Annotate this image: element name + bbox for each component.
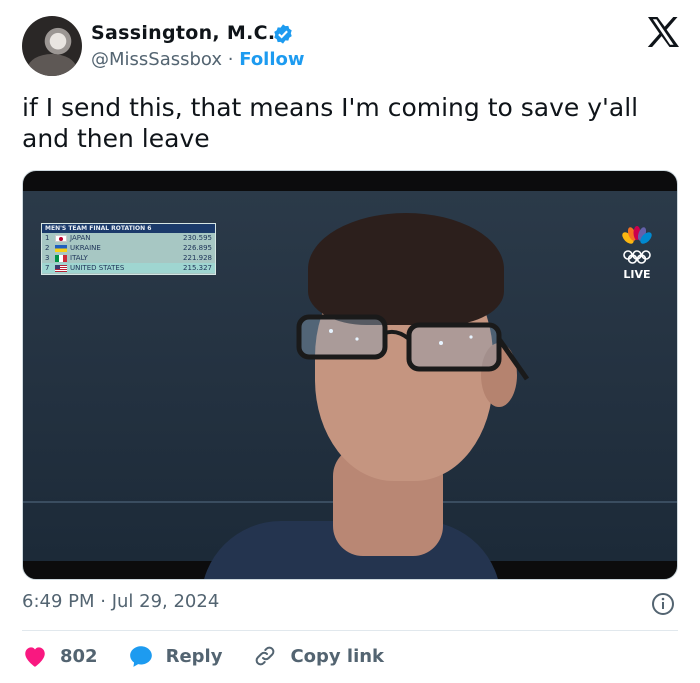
heart-icon [25, 647, 45, 667]
like-button[interactable]: 802 [22, 644, 98, 668]
verified-badge-icon [274, 24, 292, 44]
rank: 7 [45, 264, 50, 272]
scoreboard-overlay: MEN'S TEAM FINAL ROTATION 6 1 JAPAN 230.… [41, 223, 216, 275]
country: UKRAINE [70, 244, 101, 252]
olympic-rings-icon [623, 250, 651, 264]
score: 221.928 [183, 254, 212, 262]
like-count: 802 [60, 645, 98, 667]
scoreboard-header: MEN'S TEAM FINAL ROTATION 6 [42, 224, 215, 233]
score: 230.595 [183, 234, 212, 242]
flag-italy-icon [55, 254, 67, 262]
scoreboard-row-highlight: 7 UNITED STATES 215.327 [42, 263, 215, 273]
rank: 2 [45, 244, 50, 252]
rank: 3 [45, 254, 50, 262]
tweet-timestamp[interactable]: 6:49 PM · Jul 29, 2024 [22, 591, 219, 612]
score: 215.327 [183, 264, 212, 272]
reply-button[interactable]: Reply [128, 644, 223, 668]
divider [22, 630, 678, 631]
country: JAPAN [70, 234, 91, 242]
scoreboard-row: 2 UKRAINE 226.895 [42, 243, 215, 253]
video-frame: MEN'S TEAM FINAL ROTATION 6 1 JAPAN 230.… [23, 191, 677, 579]
copy-link-label: Copy link [290, 645, 385, 667]
tweet-text: if I send this, that means I'm coming to… [22, 93, 639, 153]
scoreboard-row: 3 ITALY 221.928 [42, 253, 215, 263]
follow-button[interactable]: Follow [239, 49, 304, 70]
rank: 1 [45, 234, 50, 242]
reply-bubble-icon [129, 646, 152, 667]
author-handle[interactable]: @MissSassbox [91, 49, 222, 70]
country: ITALY [70, 254, 88, 262]
flag-usa-icon [55, 264, 67, 272]
copy-link-button[interactable]: Copy link [252, 644, 384, 668]
score: 226.895 [183, 244, 212, 252]
live-label: LIVE [623, 268, 651, 281]
link-icon [256, 646, 275, 666]
country: UNITED STATES [70, 264, 125, 272]
media-video[interactable]: MEN'S TEAM FINAL ROTATION 6 1 JAPAN 230.… [22, 170, 678, 580]
reply-label: Reply [165, 645, 223, 667]
broadcaster-badge: LIVE [617, 225, 657, 281]
avatar[interactable] [22, 16, 82, 76]
peacock-logo-icon [622, 226, 652, 244]
info-icon[interactable] [651, 592, 675, 616]
separator: · [227, 49, 234, 70]
action-bar: 802 Reply Copy link [22, 643, 414, 669]
author-display-name[interactable]: Sassington, M.C. [91, 22, 275, 44]
glasses-illustration [296, 314, 530, 381]
x-logo-icon[interactable] [646, 16, 680, 48]
flag-japan-icon [55, 234, 67, 242]
scoreboard-row: 1 JAPAN 230.595 [42, 233, 215, 243]
author-handle-row: @MissSassbox · Follow [91, 49, 305, 70]
flag-ukraine-icon [55, 244, 67, 252]
